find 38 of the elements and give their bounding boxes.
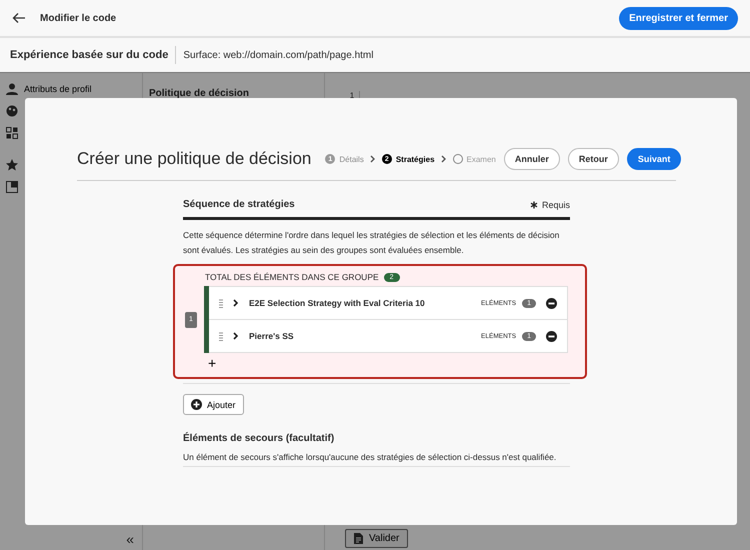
secondary-button[interactable]: Retour: [568, 148, 619, 170]
panel-title: Politique de décision: [149, 88, 250, 99]
add-icon: [191, 399, 202, 410]
drag-handle-icon[interactable]: [219, 332, 223, 340]
palette-icon[interactable]: [6, 105, 18, 117]
save-close-button[interactable]: Enregistrer et fermer: [619, 6, 738, 30]
person-icon[interactable]: [6, 83, 18, 95]
next-button[interactable]: Suivant: [626, 148, 682, 170]
modal-title: Créer une politique de décision: [77, 149, 312, 169]
add-button[interactable]: Ajouter: [183, 394, 244, 415]
experience-title: Expérience basée sur du code: [10, 46, 176, 64]
expand-chevron-icon[interactable]: [233, 299, 239, 307]
chevron-icon: [440, 155, 447, 163]
fallback-title: Éléments de secours (facultatif): [183, 433, 336, 444]
page-title: Modifier le code: [40, 12, 118, 24]
star-icon[interactable]: [6, 159, 18, 171]
fallback-description: Un élément de secours s'affiche lorsqu'aucune des stratégies de sélection ci-dessus n'est qualifiée.: [183, 452, 570, 467]
section-description: Cette séquence détermine l'ordre dans lequel les stratégies de sélection et les éléments de décision sont évalués. Les stratégies au sein des groupes sont évaluées ensemble.: [183, 229, 560, 257]
stepper-step[interactable]: Stratégies: [396, 154, 435, 164]
required-label: Requis: [542, 200, 570, 210]
collapse-toggle[interactable]: «: [126, 531, 134, 547]
sidebar-item[interactable]: Attributs de profil: [24, 84, 92, 94]
grid-icon[interactable]: [6, 127, 18, 139]
drag-handle-icon[interactable]: [219, 298, 223, 308]
section-title: Séquence de stratégies: [183, 199, 295, 210]
asterisk-icon: [530, 200, 538, 208]
secondary-button[interactable]: Annuler: [504, 148, 560, 170]
back-arrow-icon[interactable]: [12, 12, 26, 24]
group-total-label: TOTAL DES ÉLÉMENTS DANS CE GROUPE: [205, 272, 379, 282]
remove-icon[interactable]: [546, 330, 557, 342]
add-strategy-button[interactable]: +: [208, 356, 216, 370]
chevron-icon: [370, 155, 376, 163]
validate-button[interactable]: Valider: [345, 529, 408, 548]
remove-icon[interactable]: [546, 298, 557, 308]
surface-label: Surface: web://domain.com/path/page.html: [182, 50, 374, 60]
expand-chevron-icon[interactable]: [233, 332, 239, 340]
strategy-name: E2E Selection Strategy with Eval Criteria 10: [249, 298, 426, 308]
strategy-name: Pierre's SS: [249, 331, 295, 341]
